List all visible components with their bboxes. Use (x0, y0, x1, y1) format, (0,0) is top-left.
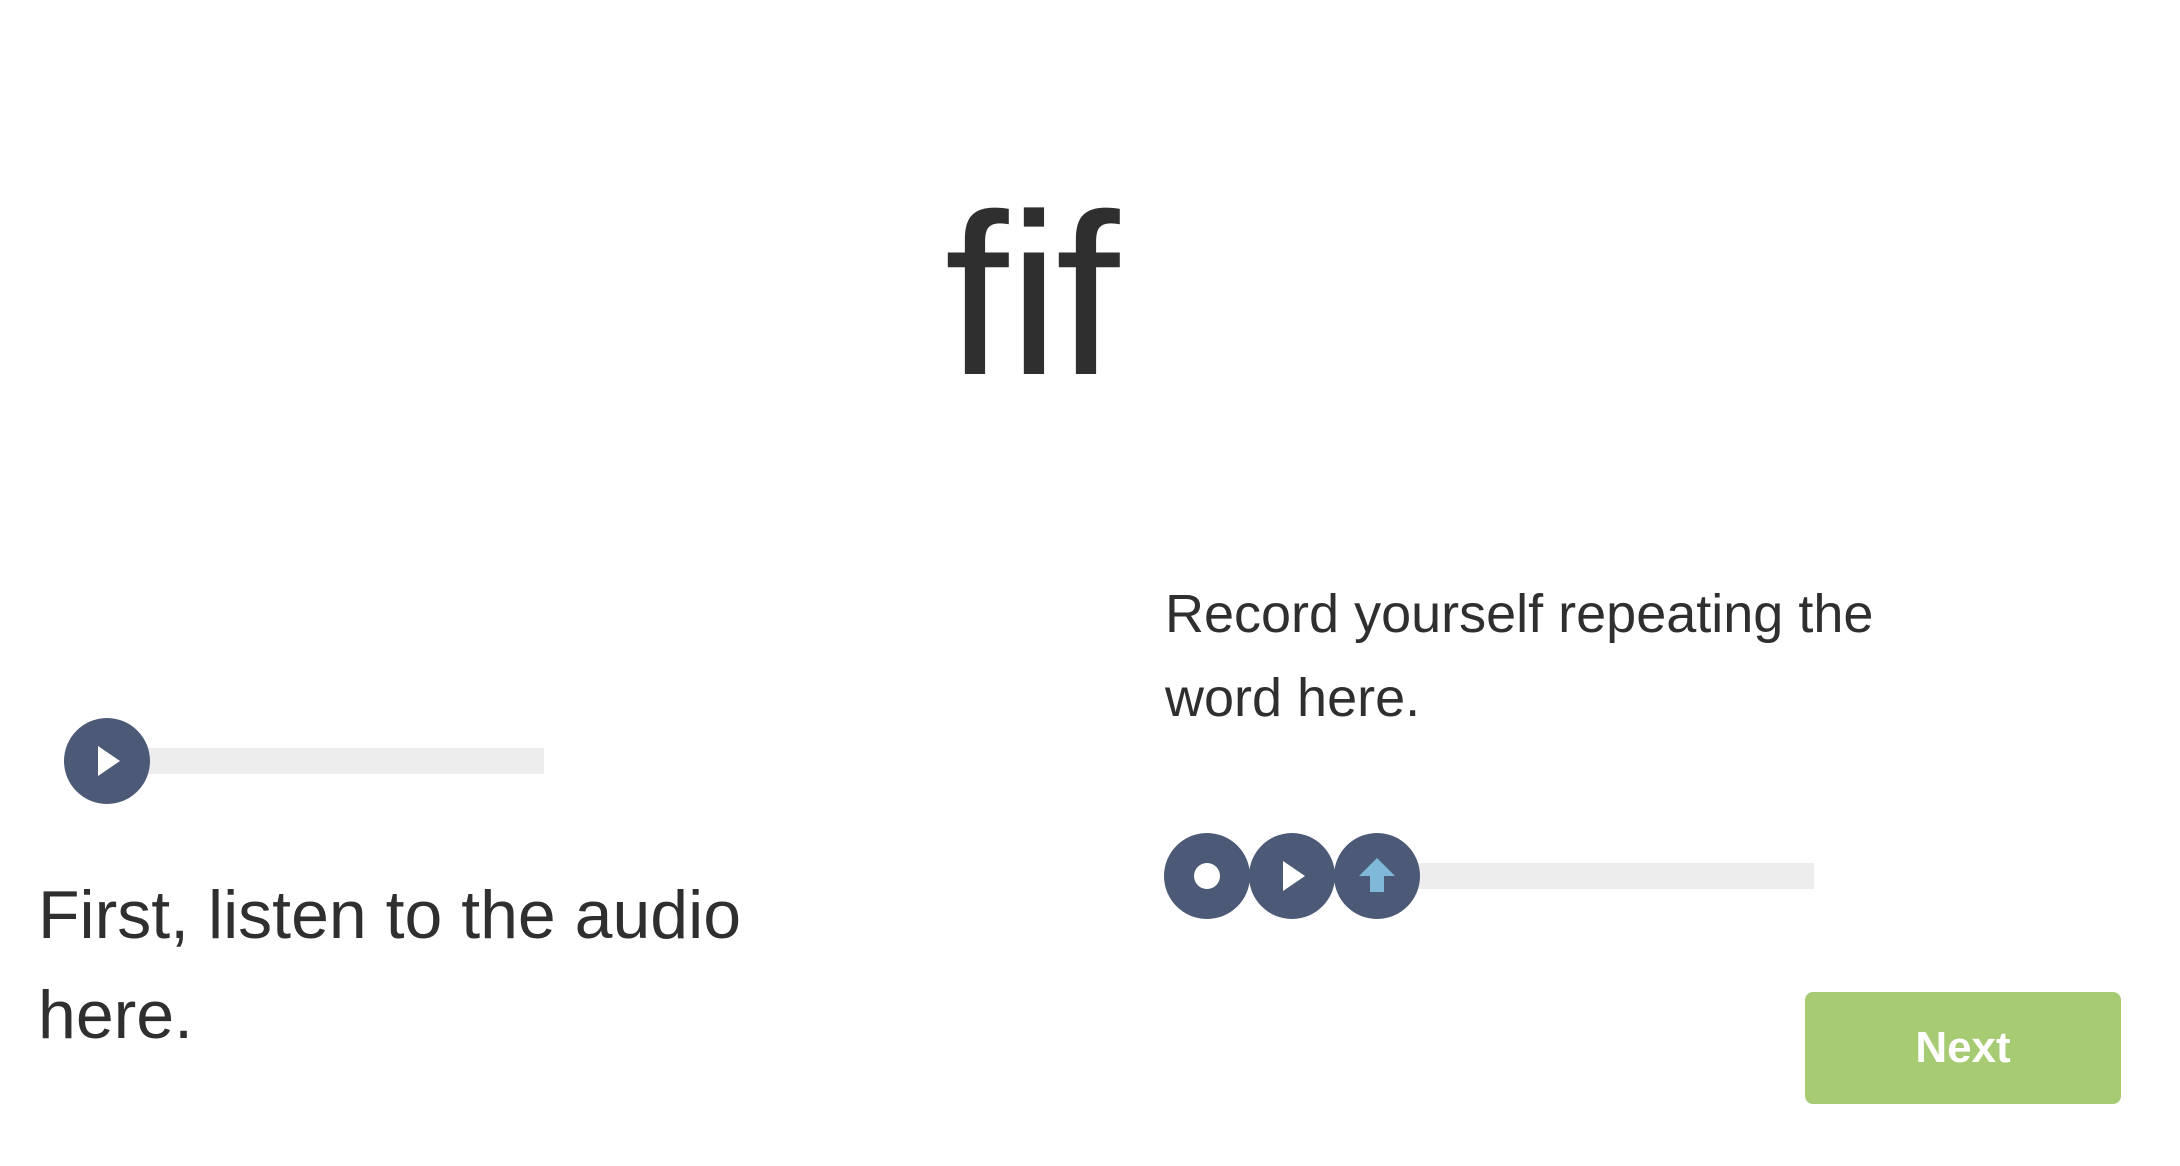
listen-play-button[interactable] (64, 718, 150, 804)
play-icon (1283, 861, 1305, 891)
target-word: ﬁf (944, 166, 1120, 423)
play-icon (98, 746, 120, 776)
next-button[interactable]: Next (1805, 992, 2121, 1104)
listen-progress-track[interactable] (144, 748, 544, 774)
record-icon (1194, 863, 1220, 889)
listen-caption: First, listen to the audio here. (38, 877, 742, 1053)
record-audio-player (1164, 833, 1814, 919)
record-button[interactable] (1164, 833, 1250, 919)
recording-play-button[interactable] (1249, 833, 1335, 919)
record-caption: Record yourself repeating the word here. (1165, 584, 1874, 728)
upload-button[interactable] (1334, 833, 1420, 919)
listen-audio-player (64, 718, 544, 804)
upload-arrow-icon (1359, 858, 1395, 892)
record-progress-track[interactable] (1404, 863, 1814, 889)
